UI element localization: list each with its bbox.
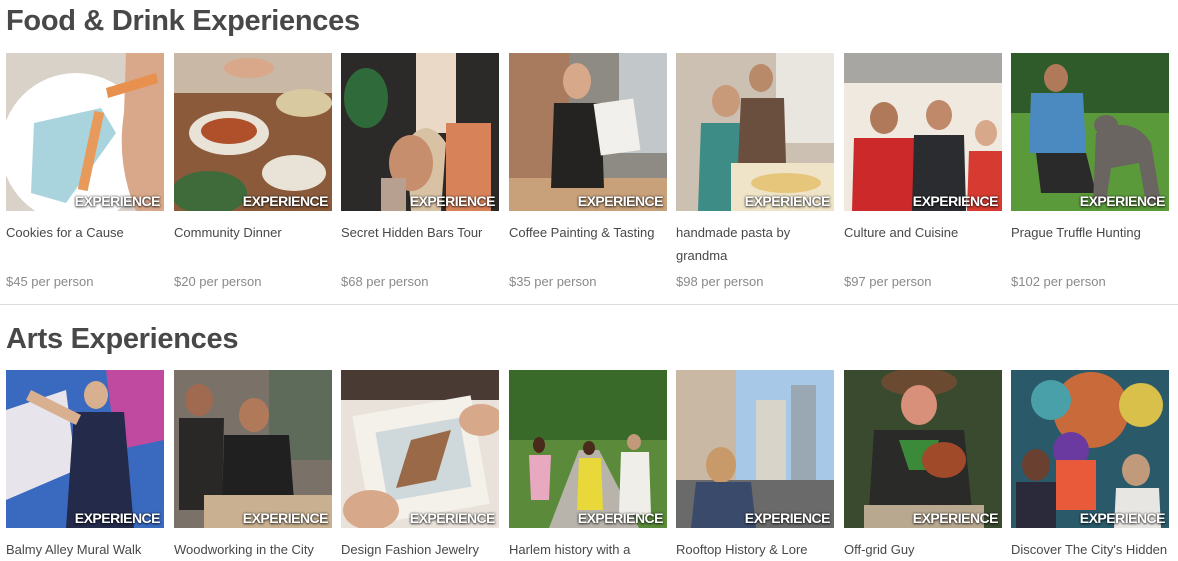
card-title[interactable]: Cookies for a Cause bbox=[6, 221, 164, 244]
experience-badge: EXPERIENCE bbox=[242, 510, 329, 526]
card-title[interactable]: Design Fashion Jewelry bbox=[341, 538, 499, 561]
section-title: Food & Drink Experiences bbox=[6, 5, 360, 37]
card-price: $98 per person bbox=[676, 274, 764, 289]
experience-photo[interactable]: EXPERIENCE bbox=[844, 53, 1002, 211]
experience-card[interactable]: EXPERIENCE Prague Truffle Hunting $102 p… bbox=[1011, 53, 1169, 289]
experience-photo[interactable]: EXPERIENCE bbox=[6, 370, 164, 528]
card-title[interactable]: Discover The City's Hidden bbox=[1011, 538, 1169, 561]
experience-badge: EXPERIENCE bbox=[74, 193, 161, 209]
card-title[interactable]: handmade pasta by grandma bbox=[676, 221, 834, 267]
card-title[interactable]: Off-grid Guy bbox=[844, 538, 1002, 561]
experience-photo[interactable]: EXPERIENCE bbox=[1011, 53, 1169, 211]
experience-card[interactable]: EXPERIENCE handmade pasta by grandma $98… bbox=[676, 53, 834, 289]
experience-card[interactable]: EXPERIENCE Cookies for a Cause $45 per p… bbox=[6, 53, 164, 289]
experience-card[interactable]: EXPERIENCE Discover The City's Hidden bbox=[1011, 370, 1169, 557]
experience-card[interactable]: EXPERIENCE Off-grid Guy bbox=[844, 370, 1002, 557]
experience-badge: EXPERIENCE bbox=[242, 193, 329, 209]
card-price: $35 per person bbox=[509, 274, 597, 289]
card-title[interactable]: Secret Hidden Bars Tour bbox=[341, 221, 499, 244]
experience-card[interactable]: EXPERIENCE Coffee Painting & Tasting $35… bbox=[509, 53, 667, 289]
card-title[interactable]: Community Dinner bbox=[174, 221, 332, 244]
experience-photo[interactable]: EXPERIENCE bbox=[6, 53, 164, 211]
card-title[interactable]: Harlem history with a bbox=[509, 538, 667, 561]
experience-card[interactable]: EXPERIENCE Design Fashion Jewelry bbox=[341, 370, 499, 557]
experience-photo[interactable]: EXPERIENCE bbox=[174, 370, 332, 528]
card-title[interactable]: Coffee Painting & Tasting bbox=[509, 221, 667, 244]
experience-badge: EXPERIENCE bbox=[1079, 510, 1166, 526]
section-divider bbox=[0, 304, 1178, 305]
experience-card[interactable]: EXPERIENCE Community Dinner $20 per pers… bbox=[174, 53, 332, 289]
experience-photo[interactable]: EXPERIENCE bbox=[174, 53, 332, 211]
card-price: $102 per person bbox=[1011, 274, 1106, 289]
experience-photo[interactable]: EXPERIENCE bbox=[509, 53, 667, 211]
experience-badge: EXPERIENCE bbox=[74, 510, 161, 526]
experience-photo[interactable]: EXPERIENCE bbox=[676, 370, 834, 528]
experience-card[interactable]: EXPERIENCE Balmy Alley Mural Walk bbox=[6, 370, 164, 557]
card-price: $45 per person bbox=[6, 274, 94, 289]
experience-badge: EXPERIENCE bbox=[1079, 193, 1166, 209]
card-title[interactable]: Prague Truffle Hunting bbox=[1011, 221, 1169, 244]
card-title[interactable]: Woodworking in the City bbox=[174, 538, 332, 561]
experience-card[interactable]: EXPERIENCE Woodworking in the City bbox=[174, 370, 332, 557]
card-title[interactable]: Balmy Alley Mural Walk bbox=[6, 538, 164, 561]
card-price: $20 per person bbox=[174, 274, 262, 289]
section-title: Arts Experiences bbox=[6, 323, 239, 355]
experience-card[interactable]: EXPERIENCE Secret Hidden Bars Tour $68 p… bbox=[341, 53, 499, 289]
experience-photo[interactable]: EXPERIENCE bbox=[341, 53, 499, 211]
experience-badge: EXPERIENCE bbox=[912, 193, 999, 209]
experience-photo[interactable]: EXPERIENCE bbox=[1011, 370, 1169, 528]
experience-badge: EXPERIENCE bbox=[409, 510, 496, 526]
experience-photo[interactable]: EXPERIENCE bbox=[676, 53, 834, 211]
experience-badge: EXPERIENCE bbox=[577, 510, 664, 526]
experience-photo[interactable]: EXPERIENCE bbox=[844, 370, 1002, 528]
card-title[interactable]: Rooftop History & Lore bbox=[676, 538, 834, 561]
experience-photo[interactable]: EXPERIENCE bbox=[509, 370, 667, 528]
card-price: $97 per person bbox=[844, 274, 932, 289]
experience-badge: EXPERIENCE bbox=[744, 510, 831, 526]
experience-badge: EXPERIENCE bbox=[744, 193, 831, 209]
experience-card[interactable]: EXPERIENCE Rooftop History & Lore bbox=[676, 370, 834, 557]
experience-badge: EXPERIENCE bbox=[577, 193, 664, 209]
experience-badge: EXPERIENCE bbox=[409, 193, 496, 209]
card-title[interactable]: Culture and Cuisine bbox=[844, 221, 1002, 244]
experience-card[interactable]: EXPERIENCE Harlem history with a bbox=[509, 370, 667, 557]
experience-card[interactable]: EXPERIENCE Culture and Cuisine $97 per p… bbox=[844, 53, 1002, 289]
experience-badge: EXPERIENCE bbox=[912, 510, 999, 526]
card-price: $68 per person bbox=[341, 274, 429, 289]
experience-photo[interactable]: EXPERIENCE bbox=[341, 370, 499, 528]
